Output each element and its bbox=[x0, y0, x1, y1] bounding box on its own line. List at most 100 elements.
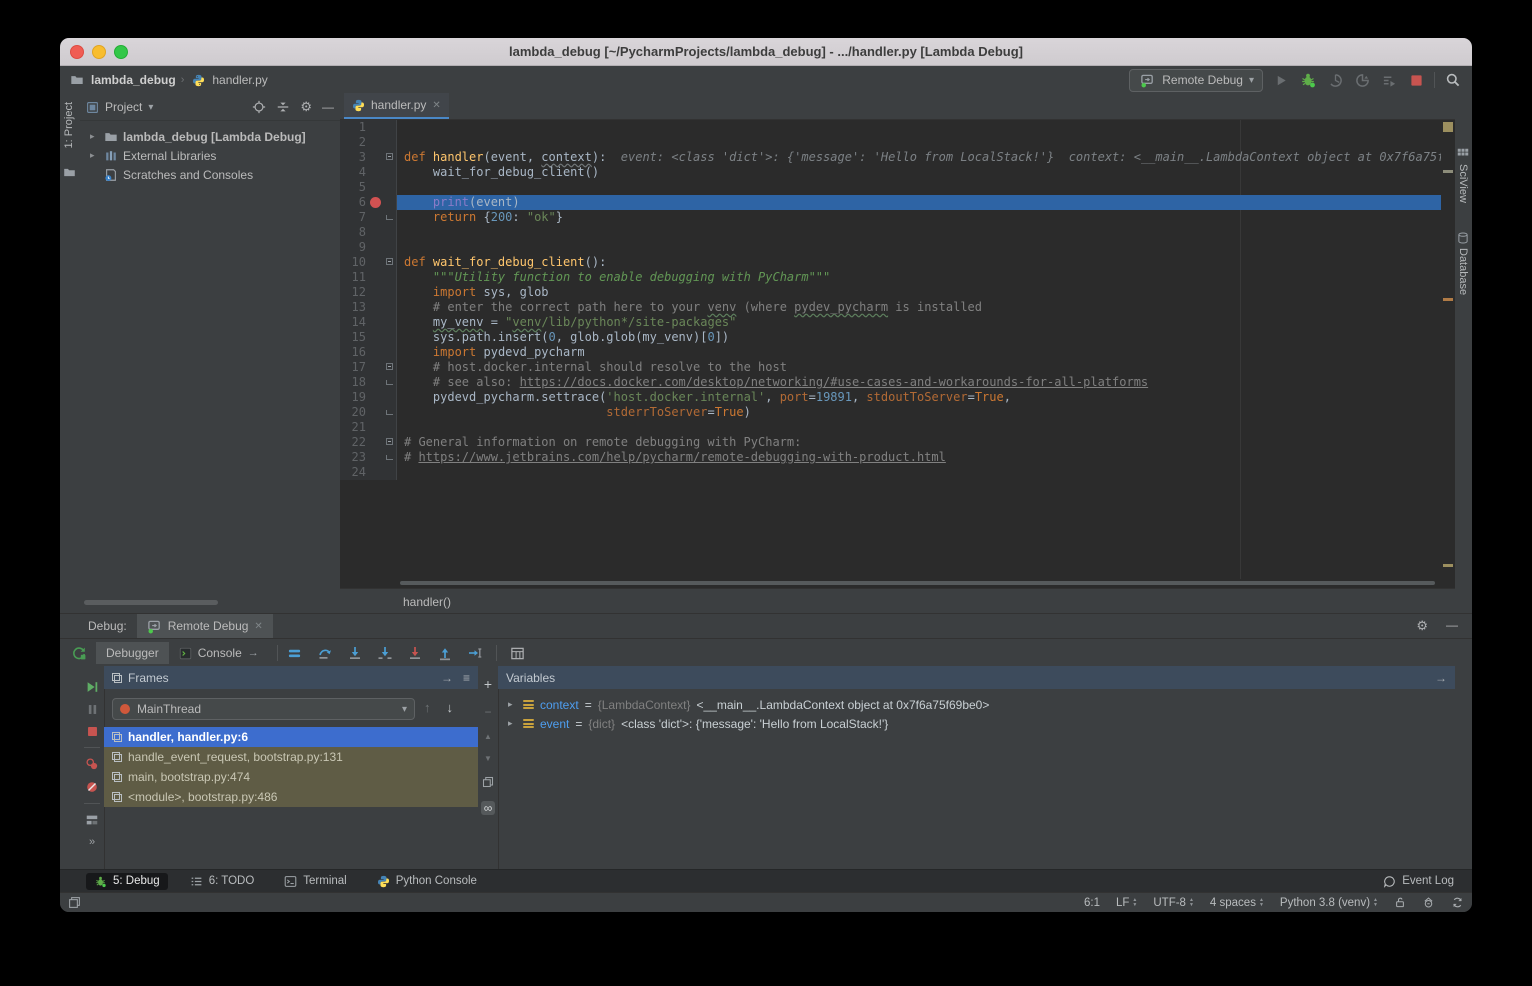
line-number[interactable]: 20 bbox=[340, 405, 368, 420]
code-text[interactable]: print(event) bbox=[397, 195, 1441, 210]
more-actions-icon[interactable]: » bbox=[89, 836, 95, 848]
line-number[interactable]: 22 bbox=[340, 435, 368, 450]
rerun-debug-icon[interactable] bbox=[70, 644, 88, 662]
line-number[interactable]: 3 bbox=[340, 150, 368, 165]
fold-marker-icon[interactable] bbox=[386, 153, 393, 160]
close-tab-icon[interactable]: ✕ bbox=[432, 100, 440, 111]
pause-program-icon[interactable] bbox=[86, 703, 99, 716]
previous-frame-icon[interactable]: ↑ bbox=[424, 700, 431, 715]
code-text[interactable]: """Utility function to enable debugging … bbox=[397, 270, 1441, 285]
code-text[interactable]: return {200: "ok"} bbox=[397, 210, 1441, 225]
fold-gutter[interactable] bbox=[384, 450, 397, 465]
frame-label[interactable]: main, bootstrap.py:474 bbox=[128, 770, 250, 784]
sidebar-item-database[interactable]: Database bbox=[1457, 248, 1469, 295]
close-tab-icon[interactable]: ✕ bbox=[254, 621, 262, 632]
code-text[interactable]: pydevd_pycharm.settrace('host.docker.int… bbox=[397, 390, 1441, 405]
toolwindow-tab-todo[interactable]: 6: TODO bbox=[182, 873, 263, 890]
code-line[interactable]: 21 bbox=[340, 420, 1441, 435]
minimize-window-icon[interactable] bbox=[92, 45, 106, 59]
code-line[interactable]: 19 pydevd_pycharm.settrace('host.docker.… bbox=[340, 390, 1441, 405]
tab-console-label[interactable]: Console bbox=[198, 646, 242, 660]
update-info-icon[interactable] bbox=[1451, 896, 1464, 909]
project-panel-title[interactable]: Project bbox=[105, 100, 142, 114]
fold-marker-icon[interactable] bbox=[386, 215, 393, 220]
code-text[interactable] bbox=[397, 225, 1441, 240]
editor-code[interactable]: 123def handler(event, context): event: <… bbox=[340, 120, 1441, 579]
code-text[interactable]: # General information on remote debuggin… bbox=[397, 435, 1441, 450]
code-text[interactable] bbox=[397, 135, 1441, 150]
gutter-breakpoint-area[interactable] bbox=[368, 255, 384, 270]
gutter-breakpoint-area[interactable] bbox=[368, 405, 384, 420]
breadcrumb-file[interactable]: handler.py bbox=[212, 73, 267, 87]
code-line[interactable]: 17 # host.docker.internal should resolve… bbox=[340, 360, 1441, 375]
coverage-button[interactable] bbox=[1353, 71, 1371, 89]
gutter-breakpoint-area[interactable] bbox=[368, 210, 384, 225]
gutter-breakpoint-area[interactable] bbox=[368, 120, 384, 135]
gutter-breakpoint-area[interactable] bbox=[368, 375, 384, 390]
code-line[interactable]: 11 """Utility function to enable debuggi… bbox=[340, 270, 1441, 285]
fold-gutter[interactable] bbox=[384, 300, 397, 315]
code-line[interactable]: 24 bbox=[340, 465, 1441, 480]
code-text[interactable] bbox=[397, 240, 1441, 255]
variable-name[interactable]: event bbox=[540, 717, 569, 731]
fold-gutter[interactable] bbox=[384, 195, 397, 210]
step-over-icon[interactable] bbox=[316, 644, 334, 662]
fold-gutter[interactable] bbox=[384, 165, 397, 180]
code-line[interactable]: 7 return {200: "ok"} bbox=[340, 210, 1441, 225]
fold-gutter[interactable] bbox=[384, 240, 397, 255]
gutter-breakpoint-area[interactable] bbox=[368, 240, 384, 255]
breakpoint-icon[interactable] bbox=[370, 197, 381, 208]
code-text[interactable]: # enter the correct path here to your ve… bbox=[397, 300, 1441, 315]
frame-label[interactable]: handler, handler.py:6 bbox=[128, 730, 248, 744]
interpreter-widget[interactable]: Python 3.8 (venv) ▲▼ bbox=[1280, 897, 1378, 909]
fold-gutter[interactable] bbox=[384, 405, 397, 420]
readonly-lock-icon[interactable] bbox=[1394, 896, 1406, 909]
code-text[interactable] bbox=[397, 465, 1441, 480]
fold-gutter[interactable] bbox=[384, 180, 397, 195]
fold-gutter[interactable] bbox=[384, 270, 397, 285]
code-text[interactable]: # see also: https://docs.docker.com/desk… bbox=[397, 375, 1441, 390]
stop-program-icon[interactable] bbox=[86, 725, 99, 738]
fold-marker-icon[interactable] bbox=[386, 363, 393, 370]
run-with-options-button[interactable] bbox=[1380, 71, 1398, 89]
fold-gutter[interactable] bbox=[384, 360, 397, 375]
line-number[interactable]: 16 bbox=[340, 345, 368, 360]
step-into-icon[interactable] bbox=[346, 644, 364, 662]
sciview-icon[interactable] bbox=[1457, 148, 1469, 160]
fold-gutter[interactable] bbox=[384, 315, 397, 330]
code-line[interactable]: 13 # enter the correct path here to your… bbox=[340, 300, 1441, 315]
tree-item-project-root[interactable]: ▸ lambda_debug [Lambda Debug] bbox=[80, 127, 340, 146]
gutter-breakpoint-area[interactable] bbox=[368, 345, 384, 360]
code-line[interactable]: 1 bbox=[340, 120, 1441, 135]
code-line[interactable]: 6 print(event) bbox=[340, 195, 1441, 210]
editor-breadcrumb[interactable]: handler() bbox=[403, 595, 451, 609]
gutter-breakpoint-area[interactable] bbox=[368, 270, 384, 285]
gutter-breakpoint-area[interactable] bbox=[368, 315, 384, 330]
code-text[interactable]: def handler(event, context): event: <cla… bbox=[397, 150, 1441, 165]
tree-item-label[interactable]: lambda_debug [Lambda Debug] bbox=[123, 130, 306, 144]
collapse-all-icon[interactable] bbox=[276, 100, 290, 114]
fold-gutter[interactable] bbox=[384, 390, 397, 405]
code-line[interactable]: 8 bbox=[340, 225, 1441, 240]
code-text[interactable] bbox=[397, 420, 1441, 435]
line-number[interactable]: 4 bbox=[340, 165, 368, 180]
line-number[interactable]: 6 bbox=[340, 195, 368, 210]
line-number[interactable]: 2 bbox=[340, 135, 368, 150]
gutter-breakpoint-area[interactable] bbox=[368, 360, 384, 375]
gutter-breakpoint-area[interactable] bbox=[368, 195, 384, 210]
code-text[interactable]: stderrToServer=True) bbox=[397, 405, 1441, 420]
event-log-label[interactable]: Event Log bbox=[1402, 875, 1454, 887]
fold-marker-icon[interactable] bbox=[386, 455, 393, 460]
toolwindow-tab-label[interactable]: 6: TODO bbox=[209, 875, 255, 887]
fold-marker-icon[interactable] bbox=[386, 380, 393, 385]
line-number[interactable]: 17 bbox=[340, 360, 368, 375]
line-number[interactable]: 12 bbox=[340, 285, 368, 300]
mute-breakpoints-icon[interactable] bbox=[85, 780, 99, 794]
gutter-breakpoint-area[interactable] bbox=[368, 420, 384, 435]
code-line[interactable]: 12 import sys, glob bbox=[340, 285, 1441, 300]
fold-marker-icon[interactable] bbox=[386, 258, 393, 265]
gutter-breakpoint-area[interactable] bbox=[368, 180, 384, 195]
code-line[interactable]: 18 # see also: https://docs.docker.com/d… bbox=[340, 375, 1441, 390]
gutter-breakpoint-area[interactable] bbox=[368, 465, 384, 480]
line-number[interactable]: 21 bbox=[340, 420, 368, 435]
